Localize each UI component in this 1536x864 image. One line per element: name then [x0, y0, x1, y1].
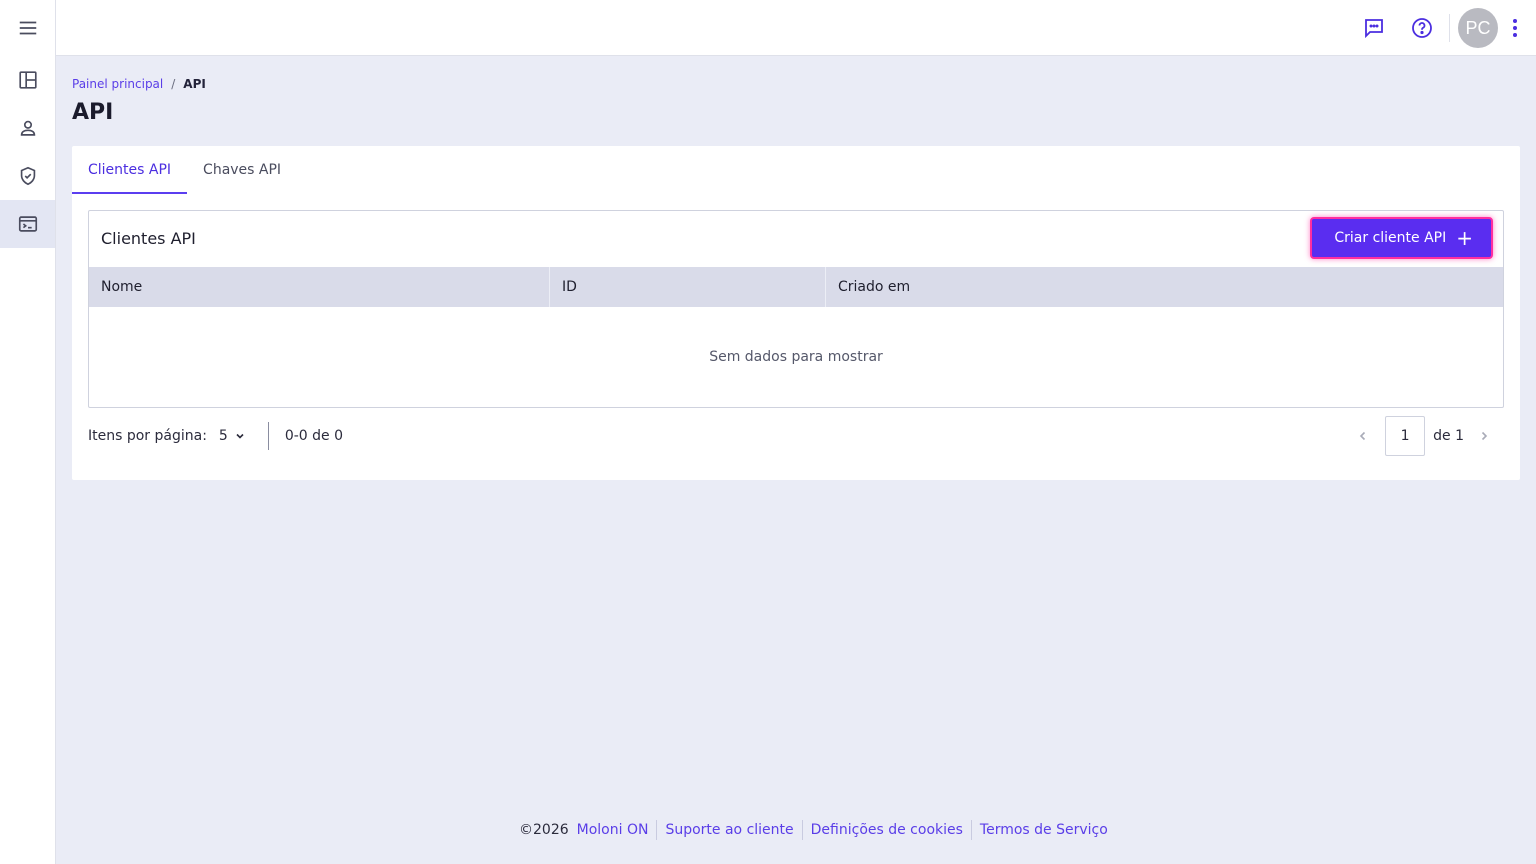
menu-button[interactable]: [0, 4, 55, 52]
pagination-right: de 1: [1355, 416, 1492, 456]
column-header-criado-em[interactable]: Criado em: [826, 267, 1503, 307]
footer-link-moloni-on[interactable]: Moloni ON: [577, 822, 649, 838]
help-button[interactable]: [1408, 14, 1436, 42]
breadcrumb-separator: /: [171, 77, 176, 91]
create-button-label: Criar cliente API: [1334, 230, 1447, 246]
shield-icon: [20, 166, 35, 186]
chat-icon: [1365, 19, 1383, 39]
dashboard-icon: [18, 71, 37, 89]
create-api-client-button[interactable]: Criar cliente API +: [1310, 217, 1493, 259]
pagination-left: Itens por página: 5 0-0 de 0: [88, 422, 343, 450]
column-header-id[interactable]: ID: [550, 267, 826, 307]
column-header-nome[interactable]: Nome: [89, 267, 550, 307]
chevron-left-icon: [1360, 431, 1366, 441]
footer-copyright: ©2026: [519, 822, 569, 838]
sidebar-item-dashboard[interactable]: [0, 56, 55, 104]
footer-link-termos[interactable]: Termos de Serviço: [980, 822, 1108, 838]
panel-title: Clientes API: [101, 229, 196, 248]
footer-divider: [656, 820, 658, 840]
footer-divider: [801, 820, 803, 840]
topbar-divider: [1449, 14, 1450, 42]
breadcrumb-current: API: [183, 77, 206, 91]
items-per-page-label: Itens por página:: [88, 428, 207, 444]
sidebar-item-security[interactable]: [0, 152, 55, 200]
chevron-down-icon: [236, 433, 244, 439]
prev-page-button[interactable]: [1355, 428, 1371, 444]
user-icon: [20, 120, 35, 136]
menu-icon: [19, 21, 36, 35]
topbar: PC: [56, 0, 1536, 56]
help-icon: [1412, 18, 1432, 38]
footer-link-cookies[interactable]: Definições de cookies: [811, 822, 963, 838]
next-page-button[interactable]: [1476, 428, 1492, 444]
tab-clientes-api[interactable]: Clientes API: [72, 146, 188, 194]
breadcrumb: Painel principal / API: [72, 77, 206, 91]
sidebar-item-api[interactable]: [0, 200, 55, 248]
items-per-page-value: 5: [218, 428, 228, 444]
pager-divider: [267, 422, 269, 450]
terminal-icon: [18, 216, 37, 232]
items-per-page-select[interactable]: 5: [219, 428, 246, 444]
more-vert-icon[interactable]: [1508, 16, 1522, 40]
tab-chaves-api[interactable]: Chaves API: [187, 146, 297, 194]
clients-panel: Clientes API Criar cliente API + Nome ID…: [88, 210, 1504, 408]
breadcrumb-home-link[interactable]: Painel principal: [72, 77, 163, 91]
footer: ©2026 Moloni ON Suporte ao cliente Defin…: [519, 820, 1108, 840]
chevron-right-icon: [1481, 431, 1488, 441]
api-card: Clientes API Chaves API Clientes API Cri…: [72, 146, 1520, 480]
page-number-input[interactable]: [1385, 416, 1426, 456]
sidebar-item-account[interactable]: [0, 104, 55, 152]
avatar[interactable]: PC: [1458, 8, 1498, 48]
footer-link-suporte[interactable]: Suporte ao cliente: [665, 822, 793, 838]
footer-divider: [970, 820, 972, 840]
page-title: API: [72, 100, 114, 125]
page-total: de 1: [1433, 428, 1464, 444]
table-header: Nome ID Criado em: [89, 267, 1503, 307]
feedback-button[interactable]: [1360, 14, 1388, 42]
tabs: Clientes API Chaves API: [72, 146, 297, 194]
empty-state: Sem dados para mostrar: [709, 349, 883, 365]
sidebar: [0, 0, 56, 864]
plus-icon: +: [1456, 226, 1473, 250]
pager-range: 0-0 de 0: [284, 428, 344, 444]
